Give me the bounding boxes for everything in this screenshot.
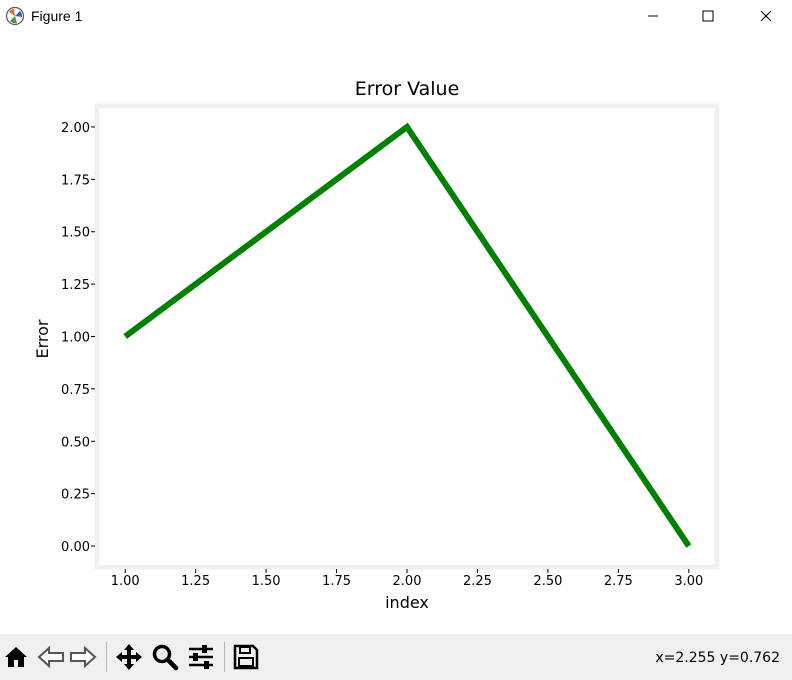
y-tick-label: 0.25 bbox=[61, 488, 90, 503]
figure-canvas[interactable]: 1.00 1.25 1.50 1.75 2.00 2.25 2.50 2.75 3.00 0.00… bbox=[0, 34, 792, 634]
configure-icon bbox=[189, 645, 213, 669]
x-tick-label: 1.00 bbox=[111, 574, 140, 589]
save-button[interactable] bbox=[231, 642, 261, 672]
y-tick-label: 0.75 bbox=[61, 383, 90, 398]
navigation-toolbar: x=2.255 y=0.762 bbox=[0, 634, 792, 680]
zoom-icon bbox=[152, 644, 179, 671]
minimize-icon bbox=[648, 15, 658, 17]
window-title: Figure 1 bbox=[31, 8, 83, 24]
home-button[interactable] bbox=[1, 642, 31, 672]
y-axis-label: Error bbox=[33, 319, 52, 358]
toolbar-separator bbox=[106, 642, 107, 672]
zoom-button[interactable] bbox=[150, 642, 180, 672]
back-icon bbox=[37, 645, 64, 669]
y-tick-label: 0.50 bbox=[61, 435, 90, 450]
y-tick-label: 2.00 bbox=[61, 121, 90, 136]
forward-button[interactable] bbox=[68, 642, 98, 672]
y-tick-label: 1.00 bbox=[61, 331, 90, 346]
axes-frame bbox=[94, 103, 720, 570]
app-icon bbox=[5, 6, 25, 26]
home-icon bbox=[5, 647, 27, 667]
chart-title: Error Value bbox=[355, 78, 460, 100]
maximize-icon bbox=[702, 10, 714, 22]
x-tick-label: 2.75 bbox=[604, 574, 633, 589]
y-tick-label: 1.75 bbox=[61, 173, 90, 188]
line-chart: 1.00 1.25 1.50 1.75 2.00 2.25 2.50 2.75 3.00 0.00… bbox=[33, 78, 720, 612]
x-tick-label: 2.00 bbox=[393, 574, 422, 589]
x-tick-label: 1.50 bbox=[252, 574, 281, 589]
save-icon bbox=[233, 644, 259, 670]
forward-icon bbox=[70, 645, 97, 669]
pan-button[interactable] bbox=[114, 642, 144, 672]
configure-subplots-button[interactable] bbox=[186, 642, 216, 672]
minimize-button[interactable] bbox=[630, 0, 676, 32]
back-button[interactable] bbox=[36, 642, 66, 672]
x-tick-label: 3.00 bbox=[674, 574, 703, 589]
close-button[interactable] bbox=[743, 0, 789, 32]
x-tick-label: 1.25 bbox=[181, 574, 210, 589]
pan-icon bbox=[116, 644, 142, 670]
cursor-coordinates: x=2.255 y=0.762 bbox=[655, 650, 780, 666]
title-bar: Figure 1 bbox=[0, 0, 792, 34]
x-axis-label: index bbox=[385, 593, 429, 612]
close-icon bbox=[760, 10, 772, 22]
x-tick-label: 1.75 bbox=[322, 574, 351, 589]
x-tick-label: 2.50 bbox=[533, 574, 562, 589]
toolbar-separator bbox=[224, 642, 225, 672]
y-tick-label: 1.25 bbox=[61, 278, 90, 293]
y-tick-label: 1.50 bbox=[61, 226, 90, 241]
x-tick-label: 2.25 bbox=[463, 574, 492, 589]
maximize-button[interactable] bbox=[685, 0, 731, 32]
y-tick-label: 0.00 bbox=[61, 540, 90, 555]
